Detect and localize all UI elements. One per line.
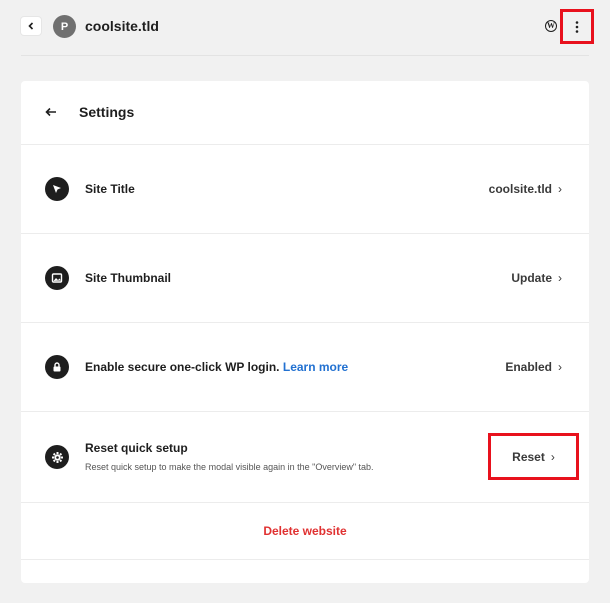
setting-label-text: Enable secure one-click WP login. xyxy=(85,360,280,374)
chevron-right-icon: › xyxy=(550,449,555,464)
wordpress-icon[interactable]: W xyxy=(545,20,557,32)
setting-value-text: Enabled xyxy=(505,360,552,374)
arrow-left-icon xyxy=(45,107,56,117)
setting-label: Site Thumbnail xyxy=(85,271,172,285)
setting-row-site-thumbnail[interactable]: Site Thumbnail Update › xyxy=(21,234,589,323)
settings-back-button[interactable] xyxy=(42,103,60,121)
divider xyxy=(21,55,589,56)
reset-button-label: Reset xyxy=(512,449,545,464)
setting-label: Site Title xyxy=(85,182,135,196)
setting-row-secure-login[interactable]: Enable secure one-click WP login. Learn … xyxy=(21,323,589,412)
setting-value[interactable]: Update › xyxy=(511,271,562,285)
setting-row-site-title[interactable]: Site Title coolsite.tld › xyxy=(21,145,589,234)
setting-value-text: Update xyxy=(511,271,552,285)
setting-description: Reset quick setup to make the modal visi… xyxy=(85,462,374,472)
back-button[interactable] xyxy=(21,17,41,35)
top-bar: P coolsite.tld W xyxy=(0,0,610,56)
vertical-dots-icon xyxy=(575,20,579,33)
setting-label: Enable secure one-click WP login. Learn … xyxy=(85,360,348,374)
setting-value-text: coolsite.tld xyxy=(488,182,552,196)
learn-more-link[interactable]: Learn more xyxy=(283,360,348,374)
setting-label: Reset quick setup xyxy=(85,441,188,455)
chevron-right-icon: › xyxy=(558,360,562,374)
settings-header: Settings xyxy=(21,81,589,145)
avatar: P xyxy=(53,15,76,38)
delete-website-button[interactable]: Delete website xyxy=(21,503,589,560)
reset-button[interactable]: Reset › xyxy=(488,433,579,480)
cursor-arrow-icon xyxy=(45,177,69,201)
image-icon xyxy=(45,266,69,290)
more-options-button[interactable] xyxy=(560,9,594,44)
chevron-right-icon: › xyxy=(558,271,562,285)
chevron-left-icon xyxy=(28,22,34,30)
page-title: Settings xyxy=(79,104,135,120)
settings-card: Settings Site Title coolsite.tld › Site T… xyxy=(21,81,589,583)
lock-icon xyxy=(45,355,69,379)
gear-icon xyxy=(45,445,69,469)
site-name: coolsite.tld xyxy=(85,18,159,34)
setting-value[interactable]: coolsite.tld › xyxy=(489,182,562,196)
setting-value[interactable]: Enabled › xyxy=(505,360,562,374)
chevron-right-icon: › xyxy=(558,182,562,196)
